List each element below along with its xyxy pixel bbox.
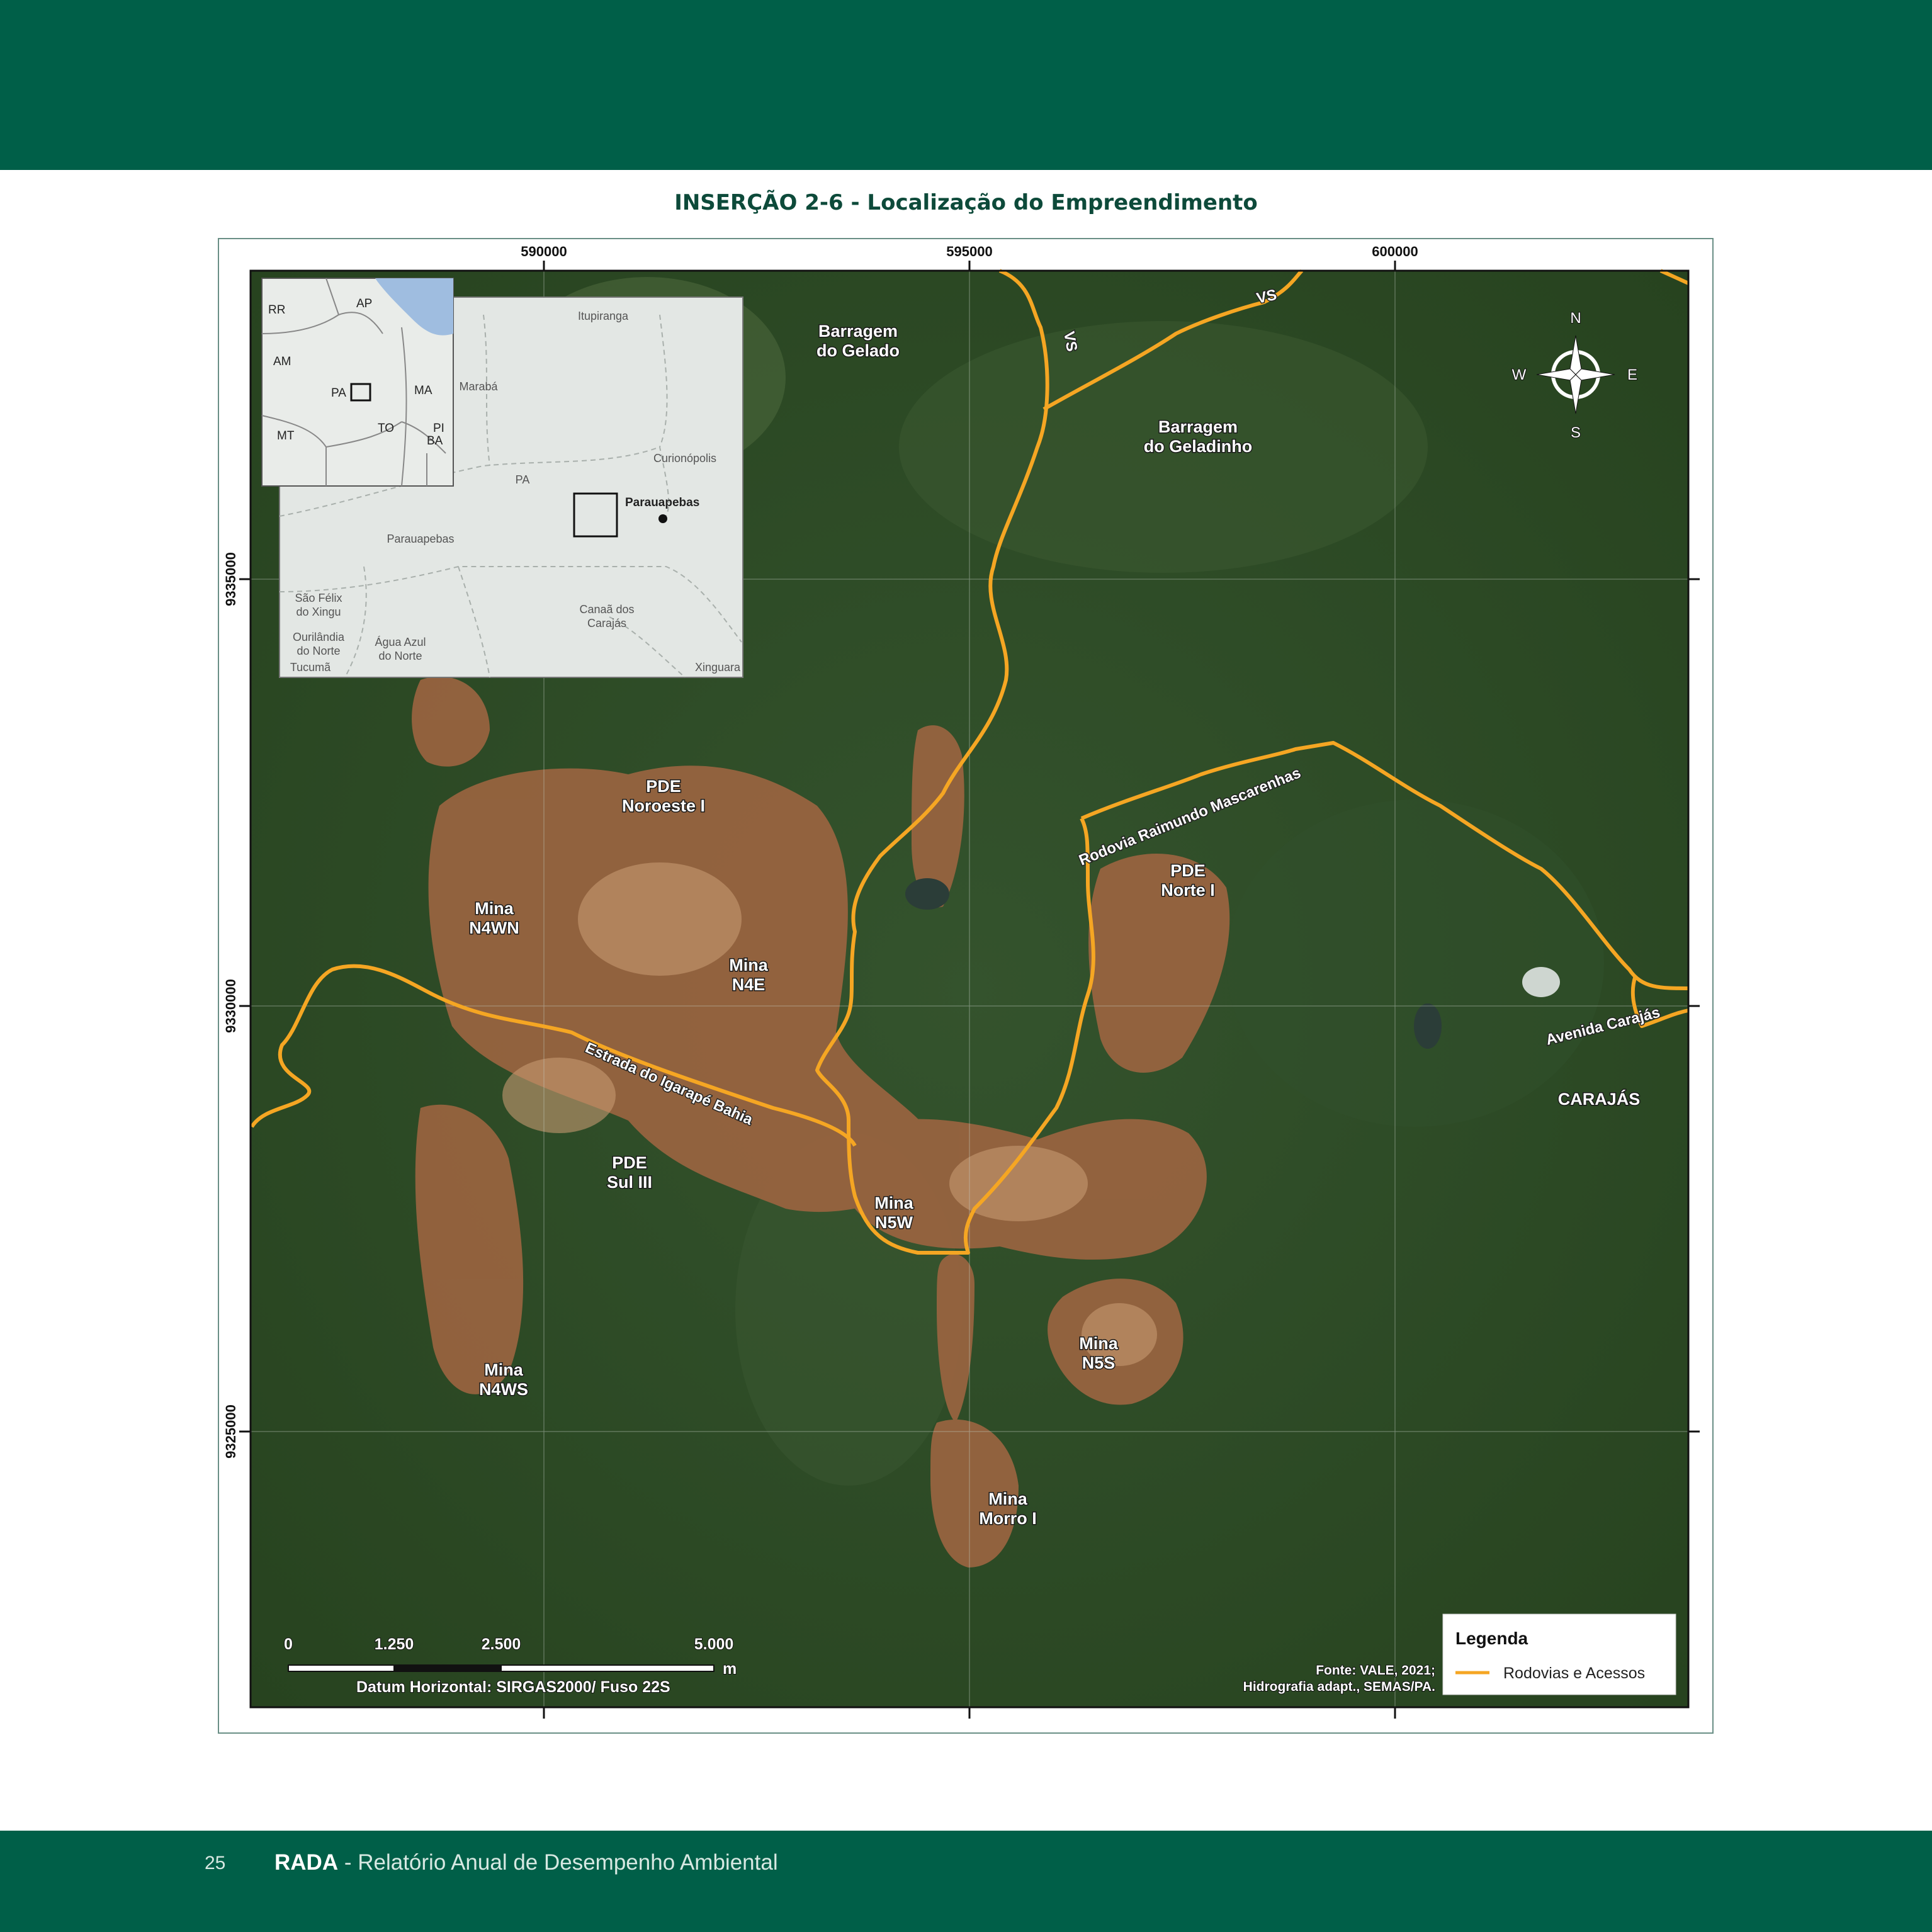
map-frame: Barragem do Gelado Barragem do Geladinho… [218, 238, 1714, 1734]
label-pde-sul-1: PDE [612, 1153, 647, 1172]
state-overview-inset: RR AP AM PA MA MT TO PI BA [261, 278, 454, 487]
label-mina-n5w-1: Mina [874, 1194, 913, 1212]
label-mina-morro-2: Morro I [979, 1509, 1037, 1528]
page-title: INSERÇÃO 2-6 - Localização do Empreendim… [674, 190, 1258, 215]
scale-unit: m [723, 1660, 737, 1678]
state-ap: AP [356, 297, 372, 310]
state-pi: PI [433, 422, 444, 435]
label-vs-1: VS [1060, 330, 1080, 353]
page-number: 25 [205, 1853, 226, 1873]
inset-sao-felix-1: São Félix [295, 592, 342, 604]
compass-n: N [1570, 310, 1581, 327]
label-barragem-geladinho-2: do Geladinho [1144, 437, 1253, 456]
inset-pa: PA [516, 473, 530, 486]
legend-title: Legenda [1455, 1629, 1528, 1648]
footer-caption: RADA - Relatório Anual de Desempenho Amb… [274, 1850, 778, 1875]
map-legend: Legenda Rodovias e Acessos [1442, 1613, 1676, 1695]
footer-band [0, 1831, 1932, 1932]
label-barragem-gelado-1: Barragem [818, 322, 898, 341]
label-pde-noroeste-1: PDE [646, 777, 681, 796]
inset-canaa-2: Carajás [587, 617, 626, 630]
label-mina-n4wn-2: N4WN [469, 918, 519, 937]
grid-label-y-9325000: 9325000 [223, 1404, 239, 1459]
label-mina-n4ws-2: N4WS [479, 1380, 528, 1399]
scale-tick-0: 0 [284, 1635, 293, 1653]
footer-brand: RADA [274, 1850, 339, 1875]
parauapebas-dot [658, 514, 667, 523]
grid-label-x-600000: 600000 [1372, 244, 1418, 259]
label-mina-n5w-2: N5W [875, 1213, 913, 1232]
scale-tick-1: 1.250 [375, 1635, 414, 1653]
inset-parauapebas-muni: Parauapebas [387, 533, 454, 545]
inset-map: Itupiranga Marabá Curionópolis PA Paraua… [261, 278, 743, 678]
label-mina-n4e-1: Mina [729, 956, 768, 974]
header-band [0, 0, 1932, 170]
cloud-patch [1522, 967, 1560, 997]
grid-label-y-9335000: 9335000 [223, 552, 239, 606]
scale-datum: Datum Horizontal: SIRGAS2000/ Fuso 22S [356, 1678, 670, 1696]
label-pde-noroeste-2: Noroeste I [622, 796, 705, 815]
state-pa: PA [331, 387, 346, 400]
label-mina-morro-1: Mina [988, 1489, 1027, 1508]
legend-road-label: Rodovias e Acessos [1503, 1664, 1645, 1682]
label-barragem-gelado-2: do Gelado [816, 341, 900, 360]
source-line-2: Hidrografia adapt., SEMAS/PA. [1243, 1680, 1435, 1694]
scale-tick-2: 2.500 [482, 1635, 521, 1653]
location-map: Barragem do Gelado Barragem do Geladinho… [223, 244, 1700, 1719]
label-pde-sul-2: Sul III [607, 1173, 652, 1192]
label-mina-n4ws-1: Mina [484, 1360, 523, 1379]
inset-curionopolis: Curionópolis [653, 452, 716, 465]
state-rr: RR [268, 303, 285, 317]
grid-label-x-595000: 595000 [946, 244, 992, 259]
label-mina-n5s-2: N5S [1082, 1353, 1116, 1372]
state-am: AM [273, 355, 291, 368]
inset-canaa-1: Canaã dos [579, 603, 634, 616]
label-barragem-geladinho-1: Barragem [1158, 417, 1238, 436]
footer-subtitle: - Relatório Anual de Desempenho Ambienta… [338, 1850, 778, 1875]
inset-xinguara: Xinguara [695, 661, 741, 674]
compass-s: S [1571, 424, 1581, 441]
inset-itupiranga: Itupiranga [578, 310, 629, 322]
label-mina-n4e-2: N4E [732, 975, 765, 994]
inset-agua-azul-2: do Norte [378, 650, 422, 662]
inset-agua-azul-1: Água Azul [375, 636, 426, 648]
inset-ourilandia-2: do Norte [297, 645, 340, 657]
inset-parauapebas-town: Parauapebas [625, 496, 699, 509]
compass-e: E [1627, 366, 1637, 383]
state-mt: MT [277, 429, 295, 443]
state-ma: MA [414, 384, 432, 397]
grid-label-x-590000: 590000 [521, 244, 567, 259]
label-pde-norte-1: PDE [1170, 861, 1206, 880]
inset-maraba: Marabá [459, 380, 498, 393]
label-mina-n4wn-1: Mina [475, 899, 514, 918]
source-line-1: Fonte: VALE, 2021; [1316, 1663, 1435, 1678]
scale-tick-3: 5.000 [694, 1635, 734, 1653]
inset-tucuma: Tucumã [290, 661, 331, 674]
label-carajas: CARAJÁS [1558, 1089, 1641, 1109]
state-to: TO [378, 422, 394, 435]
grid-label-y-9330000: 9330000 [223, 979, 239, 1033]
compass-w: W [1512, 366, 1527, 383]
label-pde-norte-2: Norte I [1161, 881, 1215, 900]
inset-sao-felix-2: do Xingu [296, 606, 341, 618]
state-ba: BA [427, 434, 443, 448]
label-mina-n5s-1: Mina [1079, 1334, 1118, 1353]
inset-ourilandia-1: Ourilândia [293, 631, 345, 643]
